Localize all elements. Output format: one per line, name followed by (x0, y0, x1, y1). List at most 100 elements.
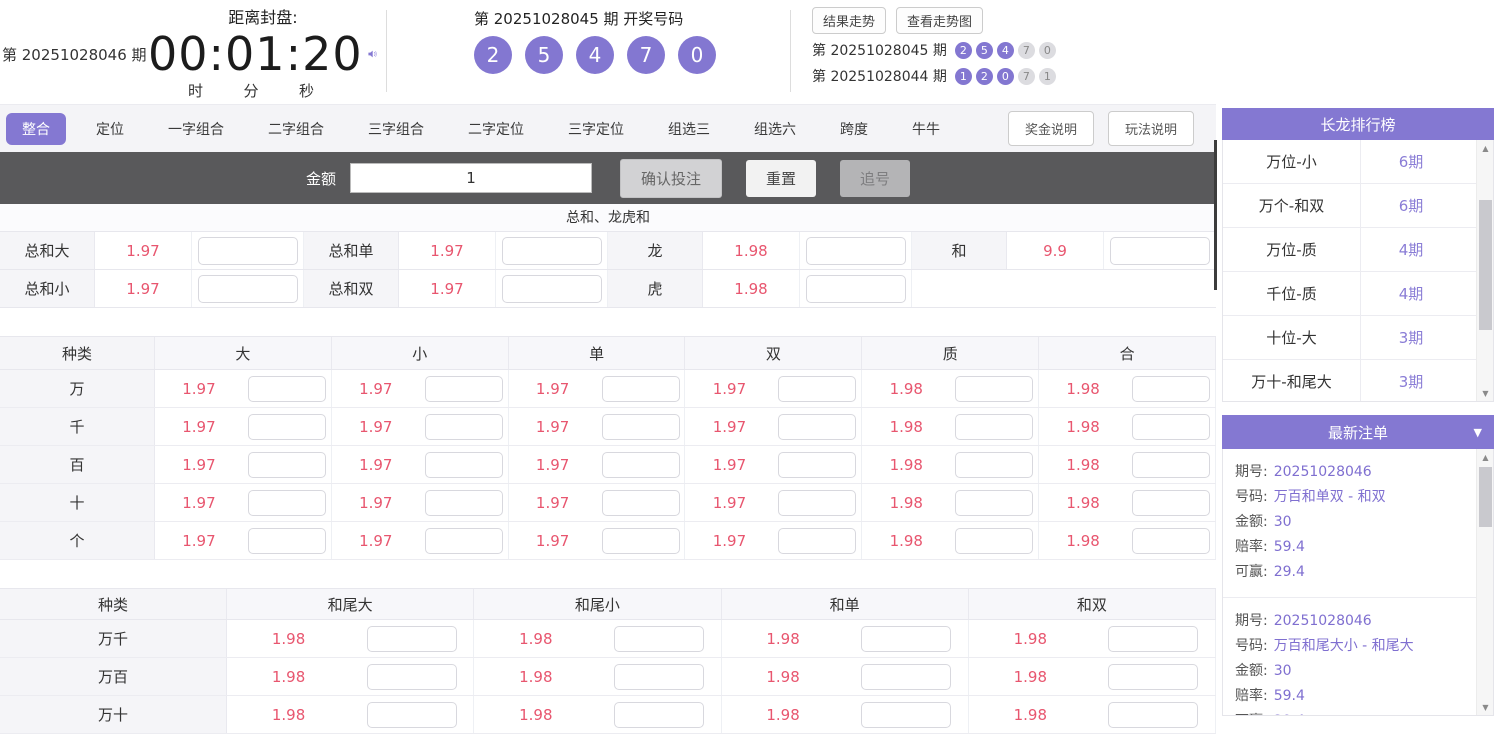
bet-amount-input[interactable] (601, 413, 680, 440)
bet-amount-input[interactable] (1108, 625, 1199, 652)
bet-amount-input[interactable] (861, 663, 952, 690)
bet-amount-input[interactable] (1132, 489, 1211, 516)
ranking-name: 万十-和尾大 (1223, 360, 1361, 401)
ranking-count: 6期 (1398, 153, 1424, 171)
amount-input[interactable] (349, 163, 592, 193)
bonus-info-button[interactable]: 奖金说明 (1007, 111, 1094, 146)
tab-zuxuan-san[interactable]: 组选三 (654, 113, 724, 145)
collapse-panel-icon[interactable]: ▼ (1474, 426, 1482, 439)
scroll-down-icon[interactable]: ▼ (1477, 699, 1493, 715)
bet-amount-input[interactable] (424, 413, 503, 440)
view-trend-chart-button[interactable]: 查看走势图 (896, 7, 984, 34)
bet-amount-input[interactable] (778, 413, 857, 440)
bet-entry: 期号: 20251028046 号码: 万百和尾大小 - 和尾大 金额: 30 赔率:… (1223, 598, 1476, 715)
tab-sanzi-dingwei[interactable]: 三字定位 (554, 113, 638, 145)
odds-value: 1.97 (712, 379, 747, 398)
scroll-down-icon[interactable]: ▼ (1477, 385, 1493, 401)
bet-amount-input[interactable] (955, 527, 1034, 554)
bet-amount-input[interactable] (247, 451, 326, 478)
bet-amount-input[interactable] (955, 375, 1034, 402)
bet-label: 总和双 (304, 270, 399, 307)
tab-dingwei[interactable]: 定位 (82, 113, 138, 145)
bet-amount-input[interactable] (778, 451, 857, 478)
ranking-row: 万位-小 6期 (1223, 140, 1476, 184)
tab-yizi-zuhe[interactable]: 一字组合 (154, 113, 238, 145)
bet-amount-input[interactable] (366, 625, 457, 652)
rules-info-button[interactable]: 玩法说明 (1107, 111, 1194, 146)
bet-amount-input[interactable] (1132, 527, 1211, 554)
bet-amount-input[interactable] (247, 375, 326, 402)
bet-amount-input[interactable] (805, 236, 906, 265)
page-scrollbar-thumb[interactable] (1214, 140, 1217, 290)
odds-value: 1.97 (399, 232, 496, 269)
column-header: 合 (1039, 337, 1216, 369)
reset-button[interactable]: 重置 (746, 159, 817, 197)
bet-amount-input[interactable] (601, 451, 680, 478)
bet-amount-input[interactable] (197, 236, 298, 265)
latest-bets-scrollbar[interactable]: ▲ ▼ (1476, 449, 1493, 715)
bet-amount-input[interactable] (601, 375, 680, 402)
confirm-bet-button[interactable]: 确认投注 (619, 158, 722, 198)
scroll-up-icon[interactable]: ▲ (1477, 140, 1493, 156)
tab-zhenghe[interactable]: 整合 (6, 112, 66, 145)
tab-niuniu[interactable]: 牛牛 (898, 113, 954, 145)
draw-title: 第 20251028045 期 开奖号码 (474, 10, 684, 28)
ranking-row: 万位-质 4期 (1223, 228, 1476, 272)
bet-amount-input[interactable] (366, 701, 457, 728)
bet-amount-input[interactable] (424, 375, 503, 402)
bet-amount-input[interactable] (955, 489, 1034, 516)
odds-value: 1.97 (535, 379, 570, 398)
bet-label: 总和单 (304, 232, 399, 269)
bet-amount-input[interactable] (1109, 236, 1210, 265)
bet-amount-input[interactable] (424, 489, 503, 516)
tab-kuadu[interactable]: 跨度 (826, 113, 882, 145)
speaker-icon[interactable] (367, 39, 378, 69)
entry-odds-value: 59.4 (1273, 539, 1305, 555)
bet-amount-input[interactable] (1132, 451, 1211, 478)
tab-erzi-zuhe[interactable]: 二字组合 (254, 113, 338, 145)
entry-period-value: 20251028046 (1273, 464, 1372, 480)
bet-amount-input[interactable] (613, 701, 704, 728)
scrollbar-thumb[interactable] (1479, 200, 1492, 330)
bet-amount-input[interactable] (778, 375, 857, 402)
bet-amount-input[interactable] (424, 451, 503, 478)
bet-amount-input[interactable] (424, 527, 503, 554)
bet-amount-input[interactable] (601, 527, 680, 554)
bet-amount-input[interactable] (778, 489, 857, 516)
ranking-scrollbar[interactable]: ▲ ▼ (1476, 140, 1493, 401)
bet-amount-input[interactable] (778, 527, 857, 554)
result-trend-button[interactable]: 结果走势 (812, 7, 887, 34)
tab-erzi-dingwei[interactable]: 二字定位 (454, 113, 538, 145)
bet-amount-input[interactable] (1132, 375, 1211, 402)
bet-amount-input[interactable] (601, 489, 680, 516)
bet-amount-input[interactable] (1132, 413, 1211, 440)
ranking-count: 3期 (1398, 373, 1424, 391)
bet-amount-input[interactable] (501, 274, 602, 303)
bet-amount-input[interactable] (861, 701, 952, 728)
bet-amount-input[interactable] (197, 274, 298, 303)
bet-label: 龙 (608, 232, 703, 269)
countdown-label: 距离封盘: (228, 8, 298, 27)
odds-value: 1.98 (1066, 531, 1100, 550)
bet-amount-input[interactable] (613, 663, 704, 690)
chase-number-button[interactable]: 追号 (840, 159, 911, 197)
odds-value: 1.98 (766, 705, 800, 724)
ranking-name: 十位-大 (1223, 316, 1361, 359)
bet-amount-input[interactable] (247, 527, 326, 554)
bet-amount-input[interactable] (955, 451, 1034, 478)
bet-amount-input[interactable] (1108, 663, 1199, 690)
tab-zuxuan-liu[interactable]: 组选六 (740, 113, 810, 145)
scroll-up-icon[interactable]: ▲ (1477, 449, 1493, 465)
bet-amount-input[interactable] (366, 663, 457, 690)
bet-amount-input[interactable] (861, 625, 952, 652)
bet-amount-input[interactable] (501, 236, 602, 265)
bet-amount-input[interactable] (247, 413, 326, 440)
tab-sanzi-zuhe[interactable]: 三字组合 (354, 113, 438, 145)
scrollbar-thumb[interactable] (1479, 467, 1492, 527)
bet-amount-input[interactable] (1108, 701, 1199, 728)
bet-amount-input[interactable] (613, 625, 704, 652)
bet-amount-input[interactable] (955, 413, 1034, 440)
bet-amount-input[interactable] (247, 489, 326, 516)
row-label: 个 (0, 522, 155, 559)
bet-amount-input[interactable] (805, 274, 906, 303)
